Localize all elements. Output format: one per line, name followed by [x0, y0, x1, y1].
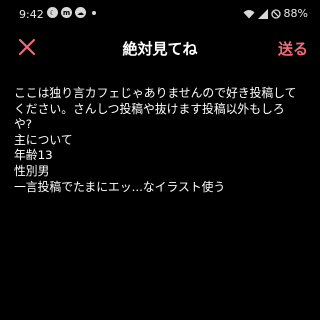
notification-icons: ☾ m ☁ — [47, 7, 96, 18]
post-line: 一言投稿でたまにエッ...なイラスト使う — [14, 179, 226, 194]
post-line: 年齢13 — [14, 148, 53, 163]
send-button[interactable]: 送る — [278, 38, 308, 59]
cloud-circle-icon: ☁ — [75, 7, 86, 18]
post-line: や? — [14, 117, 33, 132]
app-header: 絶対見てね 送る — [0, 32, 320, 62]
status-time: 9:42 — [19, 8, 44, 21]
messenger-circle-icon: m — [61, 7, 72, 18]
signal-icon — [257, 8, 268, 19]
post-line: 性別男 — [14, 163, 50, 178]
post-line: ください。さんしつ投稿や抜けます投稿以外もしろ — [14, 101, 285, 116]
moon-circle-icon: ☾ — [47, 7, 58, 18]
post-line: 主について — [14, 132, 73, 147]
status-bar: 9:42 ☾ m ☁ 88% — [0, 0, 320, 28]
system-icons: 88% — [243, 7, 308, 20]
battery-percent: 88% — [283, 7, 308, 20]
dot-icon — [92, 10, 96, 15]
do-not-disturb-icon — [270, 8, 281, 19]
post-line: ここは独り言カフェじゃありませんので好き投稿して — [14, 86, 297, 100]
wifi-icon — [243, 9, 255, 18]
page-title: 絶対見てね — [122, 40, 198, 58]
post-body-input[interactable]: ここは独り言カフェじゃありませんので好き投稿して ください。さんしつ投稿や抜けま… — [14, 86, 310, 195]
